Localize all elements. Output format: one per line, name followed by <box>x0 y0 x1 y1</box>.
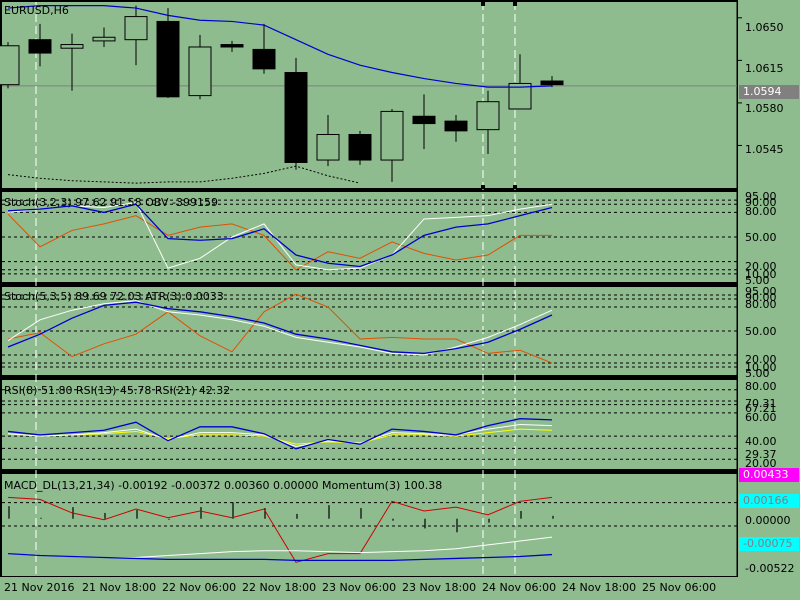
candle-body <box>92 36 116 42</box>
stoch1-level-label: 80.00 <box>745 205 777 218</box>
time-tick: 23 Nov 06:00 <box>322 581 397 594</box>
candle-body <box>444 120 468 132</box>
marker-handle <box>481 2 485 6</box>
candle-body <box>188 46 212 97</box>
time-tick: 25 Nov 06:00 <box>642 581 717 594</box>
candle-body <box>476 101 500 131</box>
candle-body <box>540 80 564 86</box>
candle-body <box>124 16 148 41</box>
rsi-label: RSI(8) 51.80 RSI(13) 45.78 RSI(21) 42.32 <box>4 384 231 397</box>
time-tick: 22 Nov 18:00 <box>242 581 317 594</box>
candle-body <box>316 134 340 161</box>
stoch1-level-label: 50.00 <box>745 231 777 244</box>
rsi-level-label: 80.00 <box>745 380 777 393</box>
candle-body <box>284 72 308 163</box>
candle-body <box>412 115 436 125</box>
time-tick: 22 Nov 06:00 <box>162 581 237 594</box>
macd-zero-label: 0.00000 <box>745 514 791 527</box>
time-tick: 21 Nov 2016 <box>4 581 75 594</box>
macd-label: MACD_DL(13,21,34) -0.00192 -0.00372 0.00… <box>4 479 443 492</box>
marker-handle <box>513 185 517 189</box>
candle-body <box>0 45 20 86</box>
symbol-title: EURUSD,H6 <box>4 4 69 17</box>
stoch2-level-label: 80.00 <box>745 298 777 311</box>
macd-line-badge: -0.00075 <box>739 537 799 551</box>
candle-body <box>348 134 372 161</box>
marker-handle <box>481 185 485 189</box>
candle-body <box>380 110 404 161</box>
macd-value-badge: 0.00433 <box>739 468 799 482</box>
rsi-level-label: 60.00 <box>745 411 777 424</box>
marker-handle <box>513 2 517 6</box>
price-tick: 1.0545 <box>745 143 784 156</box>
price-tick: 1.0650 <box>745 21 784 34</box>
time-tick: 21 Nov 18:00 <box>82 581 157 594</box>
price-tick: 1.0615 <box>745 62 784 75</box>
candle-body <box>156 20 180 98</box>
candle-body <box>28 39 52 54</box>
candle-body <box>252 48 276 70</box>
price-tick: 1.0580 <box>745 102 784 115</box>
stoch1-label: Stoch(3,2,3) 97.62 91.58 OBV -399159 <box>4 196 218 209</box>
time-tick: 24 Nov 18:00 <box>562 581 637 594</box>
candle-body <box>220 44 244 48</box>
time-tick: 23 Nov 18:00 <box>402 581 477 594</box>
current-price-badge: 1.0594 <box>739 85 799 99</box>
macd-bottom-label: -0.00522 <box>745 562 795 575</box>
rsi-level-label: 40.00 <box>745 435 777 448</box>
time-tick: 24 Nov 06:00 <box>482 581 557 594</box>
macd-signal-badge: 0.00166 <box>739 494 799 508</box>
stoch2-level-label: 5.00 <box>745 367 770 380</box>
stoch2-level-label: 50.00 <box>745 325 777 338</box>
candle-body <box>60 44 84 49</box>
stoch2-label: Stoch(5,3,5) 89.69 72.03 ATR(3) 0.0033 <box>4 290 224 303</box>
